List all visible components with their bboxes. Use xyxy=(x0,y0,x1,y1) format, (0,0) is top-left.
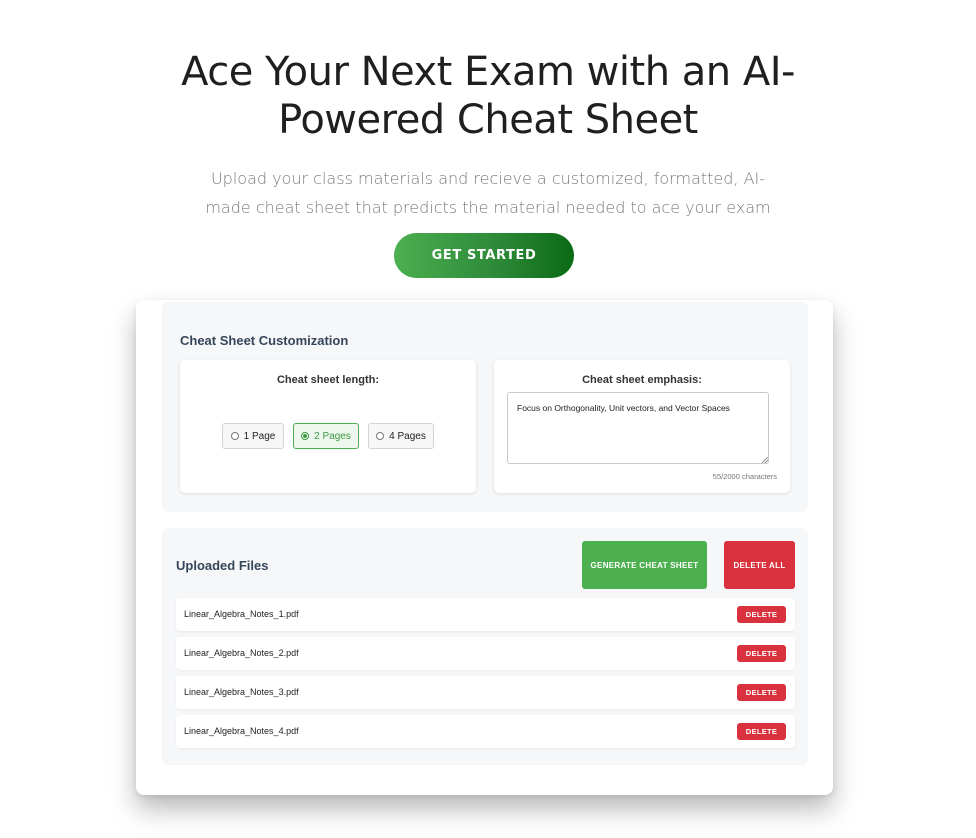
file-name: Linear_Algebra_Notes_3.pdf xyxy=(184,687,299,697)
length-option-label: 2 Pages xyxy=(314,430,351,442)
hero-title: Ace Your Next Exam with an AI- Powered C… xyxy=(0,48,976,144)
radio-icon[interactable] xyxy=(376,432,385,440)
delete-all-button[interactable]: DELETE ALL xyxy=(724,541,795,589)
hero-subtitle-line-2: made cheat sheet that predicts the mater… xyxy=(205,198,771,217)
hero-title-line-1: Ace Your Next Exam with an AI- xyxy=(181,49,795,95)
delete-file-button[interactable]: DELETE xyxy=(737,645,786,662)
delete-file-button[interactable]: DELETE xyxy=(737,606,786,623)
length-option-label: 1 Page xyxy=(243,430,276,442)
get-started-button[interactable]: GET STARTED xyxy=(394,233,574,278)
length-heading: Cheat sheet length: xyxy=(276,374,380,386)
hero-subtitle: Upload your class materials and recieve … xyxy=(0,164,976,222)
hero-subtitle-line-1: Upload your class materials and recieve … xyxy=(210,169,766,188)
uploaded-files-title: Uploaded Files xyxy=(176,558,269,573)
uploaded-files-panel: Uploaded Files GENERATE CHEAT SHEET DELE… xyxy=(162,528,808,765)
emphasis-card: Cheat sheet emphasis: Focus on Orthogona… xyxy=(494,360,790,493)
delete-file-button[interactable]: DELETE xyxy=(737,684,786,701)
file-row: Linear_Algebra_Notes_4.pdf DELETE xyxy=(176,715,795,748)
length-option-2-pages[interactable]: 2 Pages xyxy=(293,423,359,449)
file-row: Linear_Algebra_Notes_1.pdf DELETE xyxy=(176,598,795,631)
length-card: Cheat sheet length: 1 Page 2 Pages 4 Pag… xyxy=(180,360,476,493)
cheat-sheet-card: Cheat Sheet Customization Cheat sheet le… xyxy=(136,300,833,795)
customization-panel: Cheat Sheet Customization Cheat sheet le… xyxy=(162,302,808,512)
file-row: Linear_Algebra_Notes_2.pdf DELETE xyxy=(176,637,795,670)
emphasis-heading: Cheat sheet emphasis: xyxy=(582,374,702,386)
character-count: 55/2000 characters xyxy=(712,472,777,481)
file-name: Linear_Algebra_Notes_1.pdf xyxy=(184,609,299,619)
file-name: Linear_Algebra_Notes_4.pdf xyxy=(184,726,299,736)
length-option-4-pages[interactable]: 4 Pages xyxy=(368,423,434,449)
radio-selected-icon[interactable] xyxy=(301,432,310,440)
customization-title: Cheat Sheet Customization xyxy=(180,333,349,348)
length-option-1-page[interactable]: 1 Page xyxy=(222,423,284,449)
generate-cheat-sheet-button[interactable]: GENERATE CHEAT SHEET xyxy=(582,541,707,589)
resize-handle-icon[interactable] xyxy=(762,457,768,463)
emphasis-textarea[interactable]: Focus on Orthogonality, Unit vectors, an… xyxy=(507,392,769,464)
length-option-label: 4 Pages xyxy=(389,430,426,442)
file-row: Linear_Algebra_Notes_3.pdf DELETE xyxy=(176,676,795,709)
delete-file-button[interactable]: DELETE xyxy=(737,723,786,740)
radio-icon[interactable] xyxy=(230,432,239,440)
hero-title-line-2: Powered Cheat Sheet xyxy=(278,97,698,143)
file-name: Linear_Algebra_Notes_2.pdf xyxy=(184,648,299,658)
